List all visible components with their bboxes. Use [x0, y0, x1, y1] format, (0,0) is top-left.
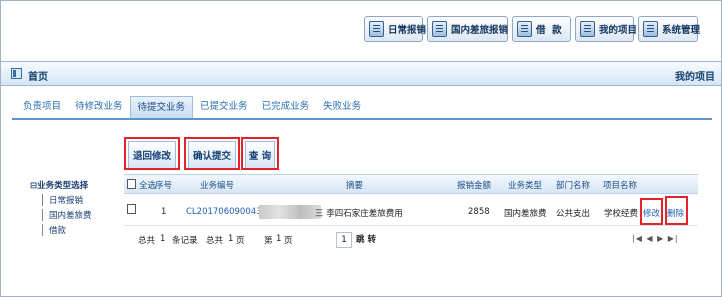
tab-responsible-projects[interactable]: 负责项目	[16, 96, 68, 118]
row-type: 国内差旅费	[504, 209, 547, 219]
business-tabs: 负责项目 待修改业务 待提交业务 已提交业务 已完成业务 失败业务	[16, 96, 368, 118]
tab-submitted[interactable]: 已提交业务	[193, 96, 255, 118]
pager-total-pages: 1	[228, 234, 234, 244]
edit-link[interactable]: 修改	[643, 207, 660, 219]
document-icon	[369, 21, 384, 37]
tree-item-loan[interactable]: 借款	[42, 224, 66, 236]
pager-records-label: 条记录	[172, 236, 198, 246]
row-amount: 2858	[468, 207, 490, 217]
my-projects-label: 我的项目	[599, 25, 638, 36]
settings-icon	[643, 21, 658, 37]
tab-pending-submit[interactable]: 待提交业务	[129, 96, 194, 118]
project-icon	[580, 21, 595, 37]
loan-button[interactable]: 借 款	[512, 16, 571, 42]
header-type: 业务类型	[508, 181, 543, 191]
confirm-submit-button[interactable]: 确认提交	[188, 141, 236, 169]
home-title[interactable]: 首页	[28, 68, 48, 83]
title-bar: 首页 我的项目	[1, 61, 721, 86]
my-projects-link[interactable]: 我的项目	[675, 68, 715, 83]
tab-failed[interactable]: 失败业务	[316, 96, 368, 118]
system-settings-button[interactable]: 系统管理	[638, 16, 701, 42]
travel-reimburse-button[interactable]: 国内差旅报销	[427, 16, 508, 42]
my-projects-button[interactable]: 我的项目	[575, 16, 638, 42]
pager-page-unit: 页	[236, 236, 245, 246]
header-dept: 部门名称	[556, 181, 591, 191]
select-all-checkbox[interactable]	[127, 179, 136, 189]
system-settings-label: 系统管理	[662, 25, 701, 36]
pager-total-records: 1	[160, 234, 166, 244]
tree-root[interactable]: ⊟业务类型选择	[30, 179, 88, 191]
loan-icon	[517, 21, 532, 37]
top-toolbar: 日常报销 国内差旅报销 借 款 我的项目 系统管理	[1, 1, 721, 57]
daily-reimburse-button[interactable]: 日常报销	[364, 16, 427, 42]
pager-page-unit2: 页	[284, 236, 293, 246]
row-summary: 三 李四石家庄差旅费用	[315, 209, 403, 219]
row-project: 学校经费	[604, 209, 639, 219]
table-header: 全选 序号 业务编号 摘要 报销金额 业务类型 部门名称 项目名称	[124, 174, 698, 194]
header-summary: 摘要	[346, 181, 364, 191]
pagination-bar: 总共 1 条记录 总共 1 页 第 1 页 1 跳 转 |◀ ◀ ▶ ▶|	[124, 228, 698, 252]
redacted-image	[259, 205, 321, 219]
pager-current-page: 1	[276, 234, 282, 244]
header-project: 项目名称	[603, 181, 638, 191]
header-select-all[interactable]: 全选	[139, 179, 156, 191]
row-code-link[interactable]: CL201706090043	[186, 207, 262, 217]
header-amount: 报销金额	[457, 181, 492, 191]
pager-pages-label: 总共	[206, 236, 224, 246]
pager-page-label: 第	[264, 236, 273, 246]
jump-button[interactable]: 跳 转	[356, 233, 376, 245]
header-code: 业务编号	[200, 181, 235, 191]
page-number-input[interactable]: 1	[336, 232, 352, 248]
row-checkbox[interactable]	[127, 204, 136, 214]
tab-completed[interactable]: 已完成业务	[255, 96, 317, 118]
home-icon	[11, 68, 22, 79]
business-type-tree: ⊟业务类型选择 日常报销 国内差旅费 借款	[30, 179, 92, 236]
page-nav-arrows[interactable]: |◀ ◀ ▶ ▶|	[632, 234, 679, 243]
travel-reimburse-label: 国内差旅报销	[451, 25, 509, 36]
tab-underline	[12, 118, 712, 120]
delete-link[interactable]: 删除	[667, 207, 684, 219]
query-button[interactable]: 查 询	[245, 141, 275, 169]
tab-pending-modify[interactable]: 待修改业务	[68, 96, 130, 118]
daily-reimburse-label: 日常报销	[388, 25, 427, 36]
tree-item-travel[interactable]: 国内差旅费	[42, 209, 92, 221]
luggage-icon	[432, 21, 447, 37]
row-seq: 1	[161, 207, 167, 217]
header-seq: 序号	[155, 181, 173, 191]
table-row: 1 CL201706090043 三 李四石家庄差旅费用 2858 国内差旅费 …	[124, 198, 698, 226]
tree-item-daily[interactable]: 日常报销	[42, 194, 83, 206]
withdraw-modify-button[interactable]: 退回修改	[128, 141, 176, 169]
loan-label: 借 款	[536, 25, 562, 36]
row-dept: 公共支出	[556, 209, 591, 219]
pager-total-label: 总共	[138, 236, 156, 246]
